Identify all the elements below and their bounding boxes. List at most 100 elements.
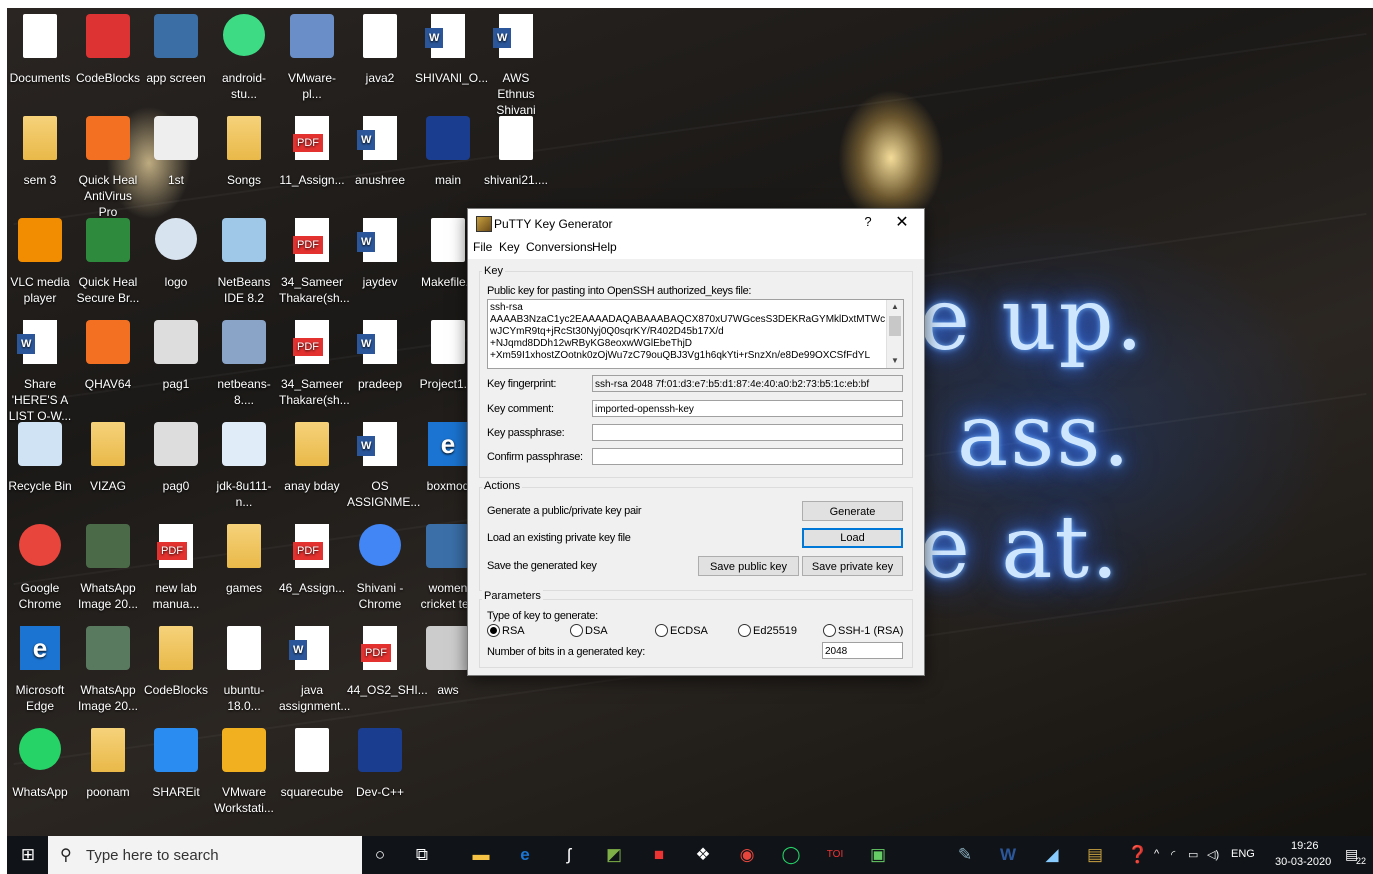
desktop-icon[interactable]: CodeBlocks	[75, 14, 141, 86]
volume-icon[interactable]: ◁)	[1207, 848, 1219, 861]
desktop-icon[interactable]: sem 3	[7, 116, 73, 188]
desktop-icon[interactable]: app screen	[143, 14, 209, 86]
desktop-icon[interactable]: shivani21....	[483, 116, 549, 188]
scroll-up-icon[interactable]: ▲	[887, 300, 903, 314]
desktop-icon[interactable]: VMware-pl...	[279, 14, 345, 102]
desktop-icon[interactable]: 34_Sameer Thakare(sh...	[279, 218, 350, 306]
putty-key-generator-window[interactable]: PuTTY Key Generator ? ✕ File Key Convers…	[467, 208, 925, 676]
radio-dot[interactable]	[487, 624, 500, 637]
key-comment-input[interactable]: imported-openssh-key	[592, 400, 903, 417]
menu-file[interactable]: File	[473, 240, 492, 254]
key-passphrase-input[interactable]	[592, 424, 903, 441]
menu-conversions[interactable]: Conversions	[526, 240, 593, 254]
public-key-textarea[interactable]: ssh-rsa AAAAB3NzaC1yc2EAAAADAQABAAABAQCX…	[487, 299, 904, 369]
desktop-icon[interactable]: NetBeans IDE 8.2	[211, 218, 277, 306]
radio-dot[interactable]	[570, 624, 583, 637]
desktop-icon[interactable]: netbeans-8....	[211, 320, 277, 408]
clock-time[interactable]: 19:26	[1291, 840, 1319, 852]
desktop-icon[interactable]: WhatsApp Image 20...	[75, 626, 141, 714]
radio-dsa[interactable]: DSA	[570, 624, 608, 637]
desktop-icon[interactable]: 11_Assign...	[279, 116, 345, 188]
desktop-icon[interactable]: pradeep	[347, 320, 413, 392]
desktop-icon[interactable]: VMware Workstati...	[211, 728, 277, 816]
desktop-icon[interactable]: Songs	[211, 116, 277, 188]
radio-ssh1-rsa[interactable]: SSH-1 (RSA)	[823, 624, 903, 637]
photos-icon[interactable]: ◩	[603, 844, 625, 866]
desktop-icon[interactable]: WhatsApp Image 20...	[75, 524, 141, 612]
radio-dot[interactable]	[655, 624, 668, 637]
desktop-icon[interactable]: pag0	[143, 422, 209, 494]
save-private-key-button[interactable]: Save private key	[802, 556, 903, 576]
generate-button[interactable]: Generate	[802, 501, 903, 521]
desktop-icon[interactable]: e Microsoft Edge	[7, 626, 73, 714]
scroll-down-icon[interactable]: ▼	[887, 354, 903, 368]
battery-icon[interactable]: ▭	[1188, 848, 1198, 861]
bits-input[interactable]: 2048	[822, 642, 903, 659]
desktop-icon[interactable]: OS ASSIGNME...	[347, 422, 420, 510]
desktop-icon[interactable]: 1st	[143, 116, 209, 188]
desktop-icon[interactable]: Recycle Bin	[7, 422, 73, 494]
puttygen-taskbar-icon[interactable]: ▤	[1084, 844, 1106, 866]
title-bar[interactable]: PuTTY Key Generator ? ✕	[468, 209, 924, 237]
notes-icon[interactable]: ◢	[1041, 844, 1063, 866]
desktop-icon[interactable]: new lab manua...	[143, 524, 209, 612]
desktop-icon[interactable]: Documents	[7, 14, 73, 86]
codeblocks-icon[interactable]: ■	[648, 844, 670, 866]
desktop-icon[interactable]: java assignment...	[279, 626, 350, 714]
desktop-icon[interactable]: android-stu...	[211, 14, 277, 102]
desktop-icon[interactable]: CodeBlocks	[143, 626, 209, 698]
chrome-icon[interactable]: ◉	[736, 844, 758, 866]
scroll-thumb[interactable]	[889, 316, 901, 336]
menu-help[interactable]: Help	[592, 240, 617, 254]
desktop-icon[interactable]: 46_Assign...	[279, 524, 345, 596]
close-icon[interactable]: ✕	[891, 212, 913, 232]
radio-dot[interactable]	[738, 624, 751, 637]
language-indicator[interactable]: ENG	[1231, 848, 1255, 860]
desktop-icon[interactable]: VLC media player	[7, 218, 73, 306]
help-tips-icon[interactable]: ❓	[1127, 844, 1149, 866]
desktop-icon[interactable]: jaydev	[347, 218, 413, 290]
menu-key[interactable]: Key	[499, 240, 520, 254]
public-key-scrollbar[interactable]: ▲ ▼	[886, 300, 903, 368]
sublime-icon[interactable]: ʃ	[558, 844, 580, 866]
radio-ed25519[interactable]: Ed25519	[738, 624, 797, 637]
edge-icon[interactable]: e	[514, 844, 536, 866]
desktop-icon[interactable]: anay bday	[279, 422, 345, 494]
desktop-icon[interactable]: jdk-8u111-n...	[211, 422, 277, 510]
toi-icon[interactable]: TOI	[824, 844, 846, 866]
desktop-icon[interactable]: 34_Sameer Thakare(sh...	[279, 320, 350, 408]
nvidia-icon[interactable]: ▣	[867, 844, 889, 866]
wifi-icon[interactable]: ◜	[1171, 848, 1175, 861]
word-icon[interactable]: W	[997, 844, 1019, 866]
fingerprint-field[interactable]: ssh-rsa 2048 7f:01:d3:e7:b5:d1:87:4e:40:…	[592, 375, 903, 392]
desktop-icon[interactable]: poonam	[75, 728, 141, 800]
desktop-icon[interactable]: WhatsApp	[7, 728, 73, 800]
desktop-icon[interactable]: SHAREit	[143, 728, 209, 800]
desktop-icon[interactable]: Share 'HERE'S A LIST O-W...	[7, 320, 73, 424]
desktop-icon[interactable]: ubuntu-18.0...	[211, 626, 277, 714]
save-public-key-button[interactable]: Save public key	[698, 556, 799, 576]
desktop-icon[interactable]: SHIVANI_O...	[415, 14, 488, 86]
desktop-icon[interactable]: anushree	[347, 116, 413, 188]
clock-date[interactable]: 30-03-2020	[1275, 856, 1331, 868]
search-box[interactable]: ⚲ Type here to search	[48, 836, 362, 874]
whatsapp-icon[interactable]: ◯	[780, 844, 802, 866]
radio-rsa[interactable]: RSA	[487, 624, 525, 637]
desktop-icon[interactable]: Shivani - Chrome	[347, 524, 413, 612]
desktop-icon[interactable]: Google Chrome	[7, 524, 73, 612]
desktop-icon[interactable]: 44_OS2_SHI...	[347, 626, 428, 698]
desktop-icon[interactable]: Quick Heal Secure Br...	[75, 218, 141, 306]
desktop-icon[interactable]: Dev-C++	[347, 728, 413, 800]
desktop-icon[interactable]: main	[415, 116, 481, 188]
radio-ecdsa[interactable]: ECDSA	[655, 624, 708, 637]
desktop-icon[interactable]: pag1	[143, 320, 209, 392]
confirm-passphrase-input[interactable]	[592, 448, 903, 465]
desktop-icon[interactable]: java2	[347, 14, 413, 86]
load-button[interactable]: Load	[802, 528, 903, 548]
file-explorer-icon[interactable]: ▬	[470, 844, 492, 866]
desktop-icon[interactable]: QHAV64	[75, 320, 141, 392]
dropbox-icon[interactable]: ❖	[692, 844, 714, 866]
paint-icon[interactable]: ✎	[954, 844, 976, 866]
cortana-icon[interactable]: ○	[369, 844, 391, 866]
desktop-icon[interactable]: VIZAG	[75, 422, 141, 494]
